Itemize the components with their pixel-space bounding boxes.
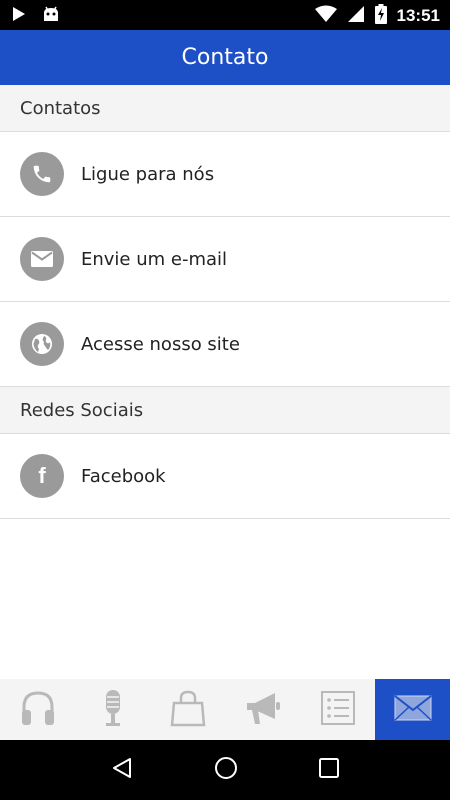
tab-contact[interactable] — [375, 679, 450, 740]
facebook-icon: f — [20, 454, 64, 498]
android-icon — [42, 6, 60, 26]
list-item-label: Facebook — [81, 465, 166, 487]
app-bar: Contato — [0, 30, 450, 85]
wifi-icon — [314, 5, 337, 27]
tab-news[interactable] — [225, 679, 300, 740]
list-item-phone[interactable]: Ligue para nós — [0, 132, 450, 217]
microphone-icon — [98, 688, 128, 732]
tab-list[interactable] — [300, 679, 375, 740]
home-icon[interactable] — [214, 756, 238, 784]
status-time: 13:51 — [396, 6, 440, 25]
section-header-contatos: Contatos — [0, 85, 450, 132]
section-header-redes-sociais: Redes Sociais — [0, 387, 450, 434]
globe-icon — [20, 322, 64, 366]
list-item-label: Envie um e-mail — [81, 248, 228, 270]
page-title: Contato — [181, 45, 269, 70]
battery-charging-icon — [374, 4, 387, 28]
tab-shop[interactable] — [150, 679, 225, 740]
mail-icon — [20, 237, 64, 281]
megaphone-icon — [243, 688, 283, 732]
play-icon — [12, 6, 26, 26]
tab-headphones[interactable] — [0, 679, 75, 740]
list-item-label: Ligue para nós — [81, 163, 215, 185]
phone-icon — [20, 152, 64, 196]
list-item-email[interactable]: Envie um e-mail — [0, 217, 450, 302]
headphones-icon — [19, 688, 57, 732]
list-item-website[interactable]: Acesse nosso site — [0, 302, 450, 387]
signal-icon — [347, 5, 365, 27]
status-bar: 13:51 — [0, 0, 450, 30]
list-item-label: Acesse nosso site — [81, 333, 240, 355]
contact-list: Contatos Ligue para nós Envie um e-mail … — [0, 85, 450, 519]
recents-icon[interactable] — [319, 758, 340, 782]
list-icon — [320, 690, 356, 730]
back-icon[interactable] — [111, 757, 133, 783]
system-nav-bar — [0, 740, 450, 800]
envelope-icon — [393, 694, 432, 726]
bottom-tab-bar — [0, 679, 450, 740]
shopping-bag-icon — [168, 688, 208, 732]
list-item-facebook[interactable]: f Facebook — [0, 434, 450, 519]
tab-microphone[interactable] — [75, 679, 150, 740]
